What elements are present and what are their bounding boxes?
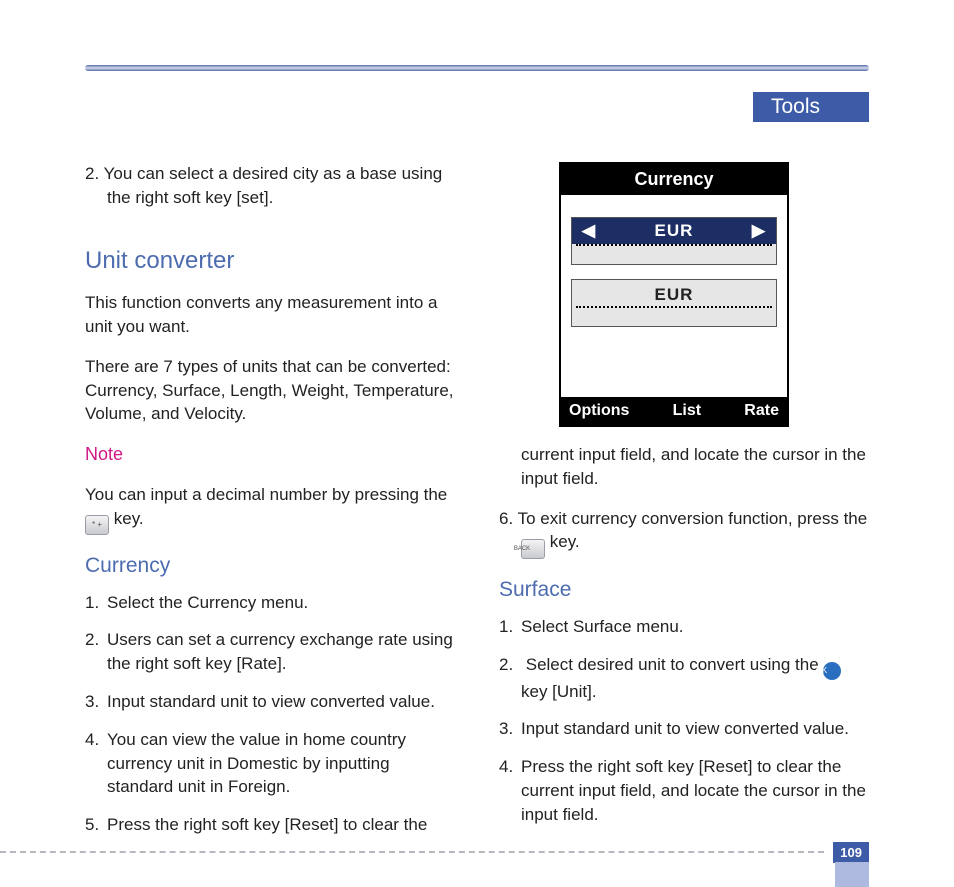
page-body: 2. You can select a desired city as a ba… — [85, 162, 869, 851]
step-text: Input standard unit to view converted va… — [521, 719, 849, 738]
note-label: Note — [85, 442, 455, 467]
surface-heading: Surface — [499, 575, 869, 604]
right-column: Currency ◀ EUR ▶ EUR Options List Rate c… — [499, 162, 869, 851]
footer-side-block — [835, 862, 869, 887]
step-text: Select Surface menu. — [521, 617, 684, 636]
phone-label: EUR — [572, 280, 776, 307]
list-item: 2.Users can set a currency exchange rate… — [85, 628, 455, 676]
step-text: Users can set a currency exchange rate u… — [107, 630, 453, 673]
list-item: 2. Select desired unit to convert using … — [499, 653, 869, 704]
footer-dashed-rule — [0, 851, 824, 853]
step-text: Press the right soft key [Reset] to clea… — [107, 815, 427, 834]
ok-key-icon: OK — [823, 662, 841, 680]
unit-converter-desc-2: There are 7 types of units that can be c… — [85, 355, 455, 426]
star-key-icon: * + — [85, 515, 109, 535]
currency-heading: Currency — [85, 551, 455, 580]
chevron-left-icon: ◀ — [582, 219, 596, 243]
phone-dotted-line — [576, 306, 772, 308]
phone-selector: ◀ EUR ▶ — [572, 218, 776, 244]
currency-steps: 1.Select the Currency menu. 2.Users can … — [85, 591, 455, 837]
surface-steps: 1.Select Surface menu. 2. Select desired… — [499, 615, 869, 827]
list-item: 5.Press the right soft key [Reset] to cl… — [85, 813, 455, 837]
step-text: Select the Currency menu. — [107, 593, 308, 612]
phone-field-to: EUR — [571, 279, 777, 327]
phone-softkeys: Options List Rate — [561, 397, 787, 425]
softkey-right: Rate — [744, 400, 779, 422]
phone-dotted-line — [576, 244, 772, 266]
phone-screenshot: Currency ◀ EUR ▶ EUR Options List Rate — [559, 162, 789, 427]
step-text-a: Select desired unit to convert using the — [526, 655, 824, 674]
phone-field-from: ◀ EUR ▶ — [571, 217, 777, 265]
step-text: Input standard unit to view converted va… — [107, 692, 435, 711]
softkey-left: Options — [569, 400, 629, 422]
note-text: You can input a decimal number by pressi… — [85, 483, 455, 535]
unit-converter-desc-1: This function converts any measurement i… — [85, 291, 455, 339]
list-item: 4.Press the right soft key [Reset] to cl… — [499, 755, 869, 826]
section-tab: Tools — [753, 92, 869, 122]
phone-title: Currency — [561, 164, 787, 195]
list-item: 1.Select Surface menu. — [499, 615, 869, 639]
list-item: 4.You can view the value in home country… — [85, 728, 455, 799]
step-text: Press the right soft key [Reset] to clea… — [521, 757, 866, 824]
back-key-icon: BACK — [521, 539, 545, 559]
softkey-mid: List — [673, 400, 701, 422]
left-column: 2. You can select a desired city as a ba… — [85, 162, 455, 851]
unit-converter-heading: Unit converter — [85, 244, 455, 278]
top-rule — [85, 65, 869, 71]
note-text-b: key. — [114, 509, 144, 528]
note-text-a: You can input a decimal number by pressi… — [85, 485, 447, 504]
phone-sel-value: EUR — [655, 219, 694, 243]
list-item: 3.Input standard unit to view converted … — [499, 717, 869, 741]
chevron-right-icon: ▶ — [752, 219, 766, 243]
list-item: 3.Input standard unit to view converted … — [85, 690, 455, 714]
step6-b: key. — [550, 532, 580, 551]
step-text-b: key [Unit]. — [521, 682, 597, 701]
list-item: 1.Select the Currency menu. — [85, 591, 455, 615]
step5-continuation: current input field, and locate the curs… — [499, 443, 869, 491]
step6: 6. To exit currency conversion function,… — [499, 507, 869, 560]
intro-step: 2. You can select a desired city as a ba… — [85, 162, 455, 210]
step6-a: 6. To exit currency conversion function,… — [499, 509, 867, 528]
page-number: 109 — [833, 842, 869, 863]
step-text: You can view the value in home country c… — [107, 730, 406, 797]
